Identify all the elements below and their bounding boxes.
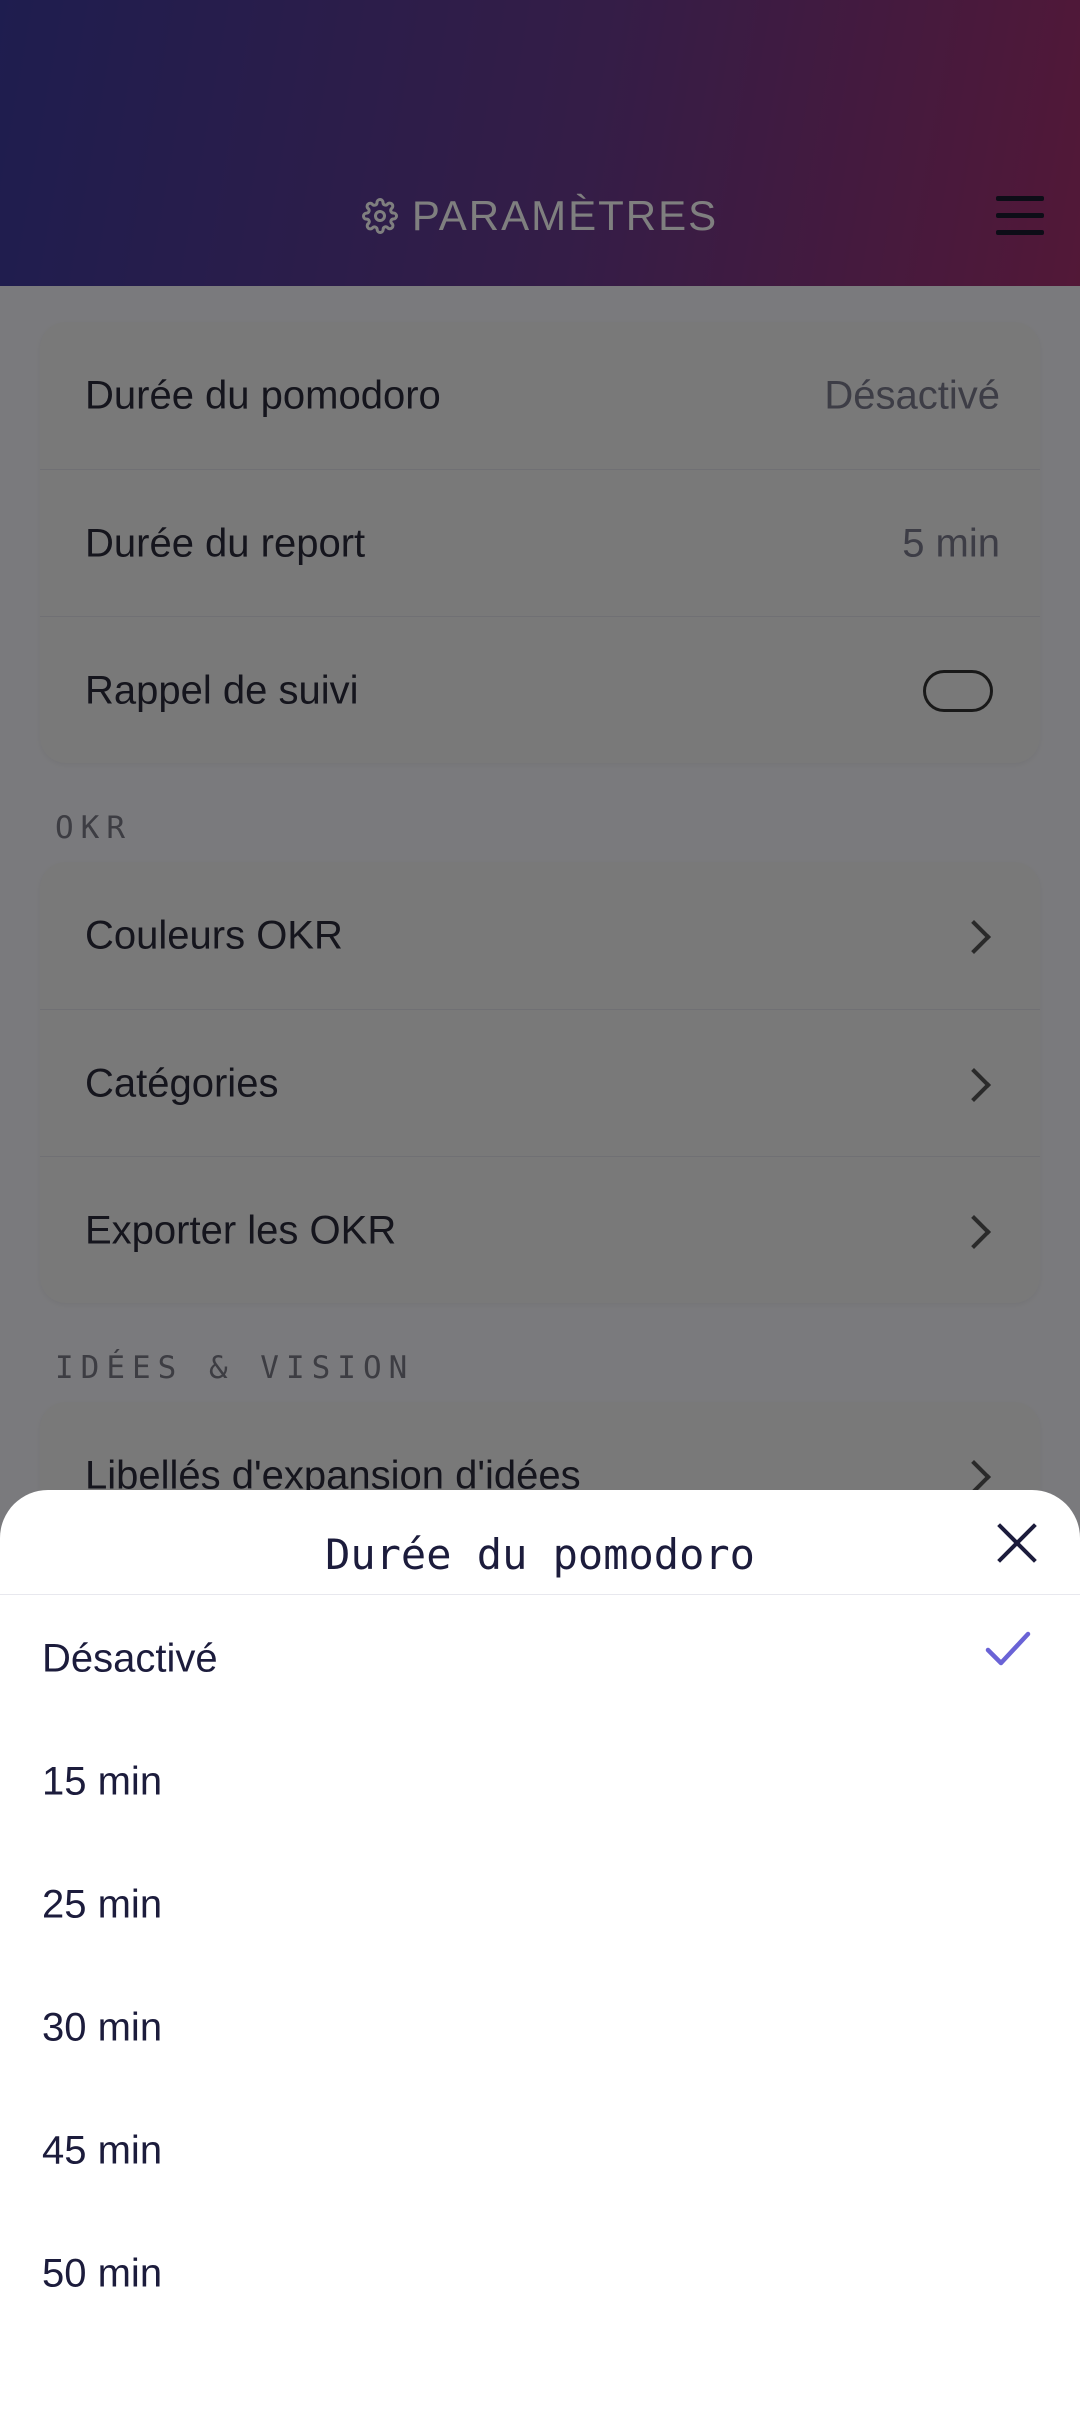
option-label: 45 min [42, 2128, 163, 2172]
check-icon [985, 1631, 1031, 1665]
sheet-title: Durée du pomodoro [325, 1530, 755, 1579]
option-45-min[interactable]: 45 min [0, 2089, 1080, 2212]
close-icon[interactable] [994, 1520, 1040, 1566]
option-disabled[interactable]: Désactivé [0, 1597, 1080, 1720]
pomodoro-duration-sheet: Durée du pomodoro Désactivé 15 min 25 mi… [0, 1490, 1080, 2424]
option-label: 15 min [42, 1759, 163, 1803]
sheet-divider [0, 1594, 1080, 1595]
option-label: 25 min [42, 1882, 163, 1926]
option-50-min[interactable]: 50 min [0, 2212, 1080, 2335]
option-label: 50 min [42, 2251, 163, 2295]
option-label: Désactivé [42, 1636, 218, 1680]
option-25-min[interactable]: 25 min [0, 1843, 1080, 1966]
option-label: 30 min [42, 2005, 163, 2049]
option-30-min[interactable]: 30 min [0, 1966, 1080, 2089]
option-15-min[interactable]: 15 min [0, 1720, 1080, 1843]
